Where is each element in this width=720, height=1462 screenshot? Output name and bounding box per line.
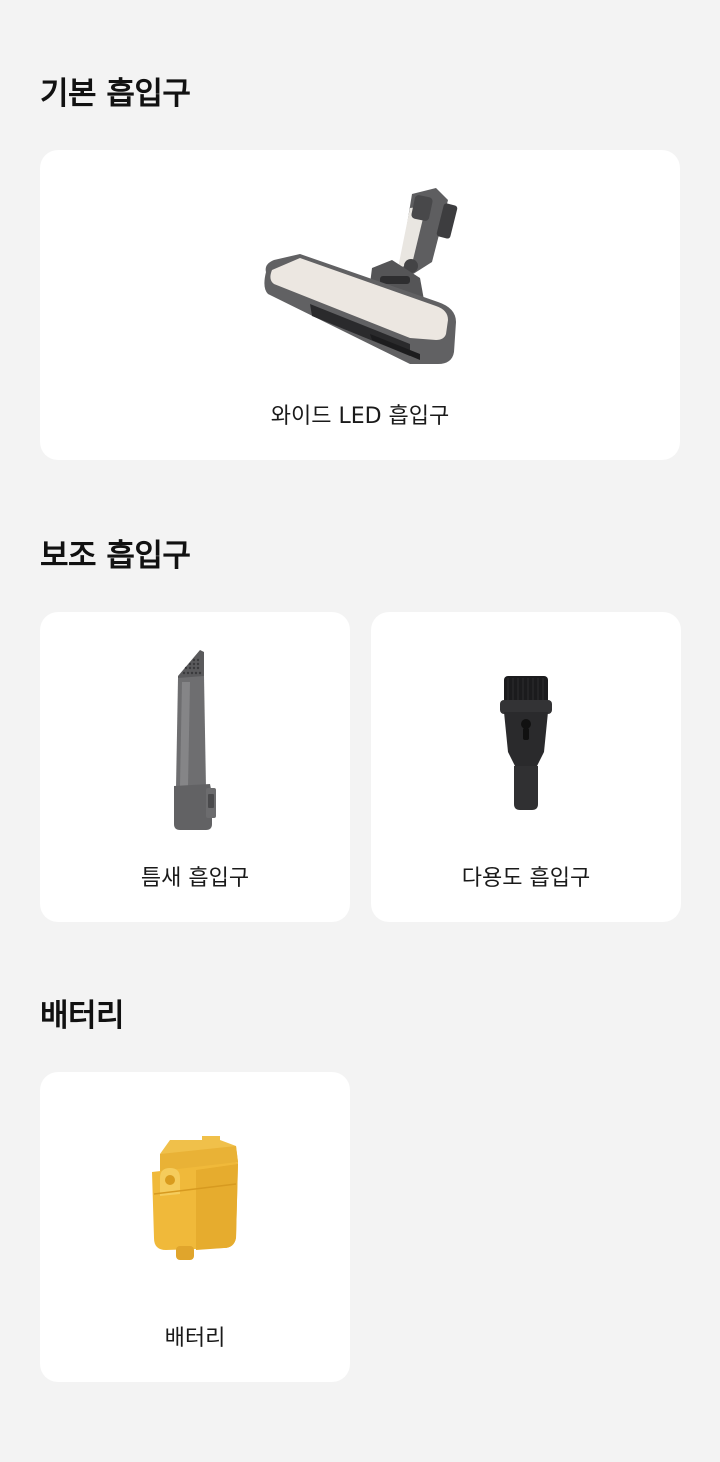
product-label: 틈새 흡입구 [140,866,250,891]
product-card-battery[interactable]: 배터리 [40,1072,350,1382]
product-card-crevice-nozzle[interactable]: 틈새 흡입구 [40,612,350,922]
multi-purpose-nozzle-icon [496,672,556,812]
section-title-auxiliary-nozzle: 보조 흡입구 [40,538,191,574]
wide-led-nozzle-icon [260,184,460,374]
product-card-multi-purpose-nozzle[interactable]: 다용도 흡입구 [371,612,681,922]
product-label: 다용도 흡입구 [461,866,591,891]
section-title-battery: 배터리 [40,998,125,1034]
section-title-basic-nozzle: 기본 흡입구 [40,76,191,112]
product-card-wide-led-nozzle[interactable]: 와이드 LED 흡입구 [40,150,680,460]
product-label: 와이드 LED 흡입구 [270,404,450,429]
product-label: 배터리 [164,1326,226,1351]
crevice-nozzle-icon [160,648,230,832]
battery-icon [146,1134,246,1264]
